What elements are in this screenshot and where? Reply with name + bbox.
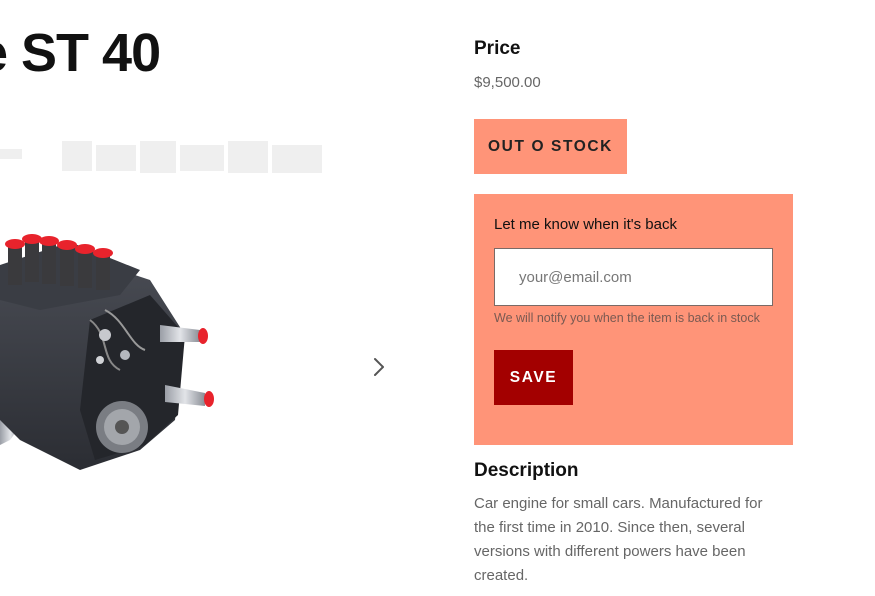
description-text: Car engine for small cars. Manufactured …: [474, 495, 763, 584]
product-image: [0, 120, 420, 540]
product-title: e ST 40: [0, 23, 161, 83]
description-heading: Description: [474, 460, 579, 481]
car-engine-image: [0, 234, 214, 470]
back-in-stock-form: Let me know when it's back We will notif…: [474, 194, 793, 445]
email-field[interactable]: [494, 248, 773, 306]
gallery-next-button[interactable]: [365, 353, 393, 381]
price-value: $9,500.00: [474, 74, 541, 91]
notify-hint: We will notify you when the item is back…: [494, 311, 760, 325]
chevron-right-icon: [374, 358, 384, 376]
out-of-stock-button[interactable]: OUT O STOCK: [474, 119, 627, 174]
save-button[interactable]: SAVE: [494, 350, 573, 405]
price-heading: Price: [474, 38, 521, 59]
notify-label: Let me know when it's back: [494, 216, 677, 233]
